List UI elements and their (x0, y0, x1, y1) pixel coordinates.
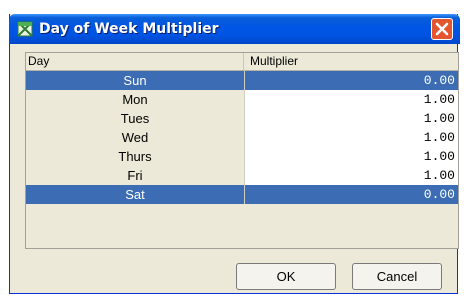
table-row[interactable]: Thurs 1.00 (26, 147, 458, 166)
day-cell: Wed (26, 128, 244, 147)
day-cell: Fri (26, 166, 244, 185)
close-icon (435, 22, 449, 36)
title-bar[interactable]: Day of Week Multiplier (9, 14, 460, 44)
table-row[interactable]: Mon 1.00 (26, 90, 458, 109)
multiplier-table: Day Multiplier Sun 0.00 Mon 1.00 Tues 1.… (25, 52, 459, 249)
multiplier-cell[interactable]: 0.00 (244, 71, 458, 90)
table-row[interactable]: Fri 1.00 (26, 166, 458, 185)
table-row[interactable]: Wed 1.00 (26, 128, 458, 147)
table-row[interactable]: Sun 0.00 (26, 71, 458, 90)
table-row[interactable]: Sat 0.00 (26, 185, 458, 204)
multiplier-cell[interactable]: 1.00 (244, 166, 458, 185)
multiplier-cell[interactable]: 1.00 (244, 147, 458, 166)
ok-button[interactable]: OK (236, 263, 336, 290)
window-title: Day of Week Multiplier (39, 21, 219, 37)
column-header-day[interactable]: Day (26, 53, 244, 70)
multiplier-cell[interactable]: 0.00 (244, 185, 458, 204)
dialog-window: Day of Week Multiplier Day Multiplier Su… (9, 14, 460, 294)
multiplier-cell[interactable]: 1.00 (244, 128, 458, 147)
close-button[interactable] (431, 18, 453, 40)
day-cell: Thurs (26, 147, 244, 166)
table-row[interactable]: Tues 1.00 (26, 109, 458, 128)
day-cell: Tues (26, 109, 244, 128)
multiplier-cell[interactable]: 1.00 (244, 90, 458, 109)
day-cell: Mon (26, 90, 244, 109)
day-cell: Sun (26, 71, 244, 90)
calendar-app-icon (17, 21, 33, 37)
column-header-multiplier[interactable]: Multiplier (244, 53, 458, 70)
day-cell: Sat (26, 185, 244, 204)
table-header: Day Multiplier (26, 53, 458, 71)
multiplier-cell[interactable]: 1.00 (244, 109, 458, 128)
cancel-button[interactable]: Cancel (352, 263, 442, 290)
